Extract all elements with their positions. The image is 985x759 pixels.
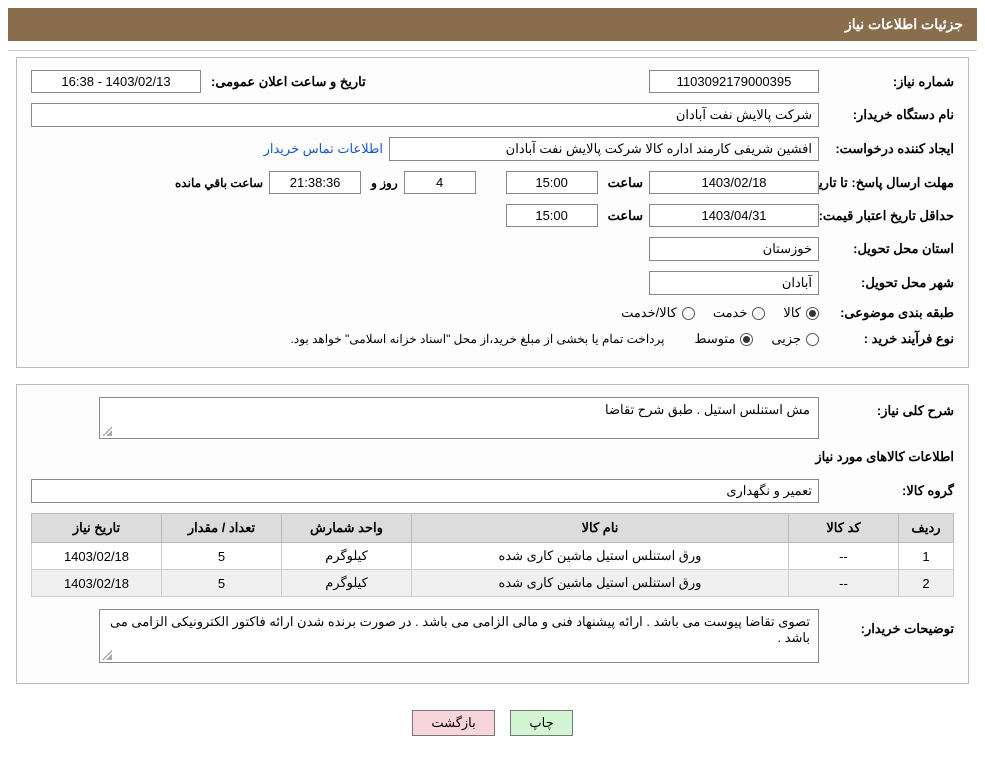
page-title: جزئیات اطلاعات نیاز — [845, 16, 963, 32]
col-code: کد کالا — [789, 514, 899, 543]
buyer-notes-label: توضیحات خریدار: — [829, 609, 954, 637]
requester-value: افشین شریفی کارمند اداره کالا شرکت پالای… — [389, 137, 819, 161]
need-info-panel: شماره نیاز: 1103092179000395 تاریخ و ساع… — [16, 57, 969, 368]
category-class-label: طبقه بندی موضوعی: — [829, 305, 954, 321]
need-details-panel: شرح کلی نیاز: مش استنلس استیل . طبق شرح … — [16, 384, 969, 684]
category-radio-group: کالا خدمت کالا/خدمت — [621, 305, 819, 321]
col-qty: تعداد / مقدار — [162, 514, 282, 543]
page-title-bar: جزئیات اطلاعات نیاز — [8, 8, 977, 41]
deadline-date: 1403/02/18 — [649, 171, 819, 194]
announce-label: تاریخ و ساعت اعلان عمومی: — [211, 74, 366, 90]
buyer-org-label: نام دستگاه خریدار: — [829, 107, 954, 123]
radio-service[interactable]: خدمت — [713, 305, 766, 321]
province-label: استان محل تحویل: — [829, 241, 954, 257]
price-valid-time: 15:00 — [506, 204, 598, 227]
buyer-contact-link[interactable]: اطلاعات تماس خریدار — [264, 141, 383, 157]
radio-goods[interactable]: کالا — [783, 305, 819, 321]
announce-value: 1403/02/13 - 16:38 — [31, 70, 201, 93]
col-date: تاریخ نیاز — [32, 514, 162, 543]
buyer-org-value: شرکت پالایش نفت آبادان — [31, 103, 819, 127]
col-name: نام کالا — [412, 514, 789, 543]
col-unit: واحد شمارش — [282, 514, 412, 543]
divider — [8, 45, 977, 51]
days-remaining: 4 — [404, 171, 476, 194]
resize-handle-icon[interactable] — [102, 426, 112, 436]
summary-text: مش استنلس استیل . طبق شرح تقاضا — [99, 397, 819, 439]
radio-small[interactable]: جزیی — [771, 331, 819, 347]
province-value: خوزستان — [649, 237, 819, 261]
table-row: 1 -- ورق استنلس استیل ماشین کاری شده کیل… — [32, 543, 954, 570]
radio-both[interactable]: کالا/خدمت — [621, 305, 695, 321]
group-value: تعمیر و نگهداری — [31, 479, 819, 503]
summary-label: شرح کلی نیاز: — [829, 397, 954, 419]
city-label: شهر محل تحویل: — [829, 275, 954, 291]
items-table: ردیف کد کالا نام کالا واحد شمارش تعداد /… — [31, 513, 954, 597]
need-no-value: 1103092179000395 — [649, 70, 819, 93]
remaining-label: ساعت باقي مانده — [175, 176, 263, 190]
buyer-notes-text: تصوی تقاضا پیوست می باشد . ارائه پیشنهاد… — [99, 609, 819, 663]
col-row: ردیف — [899, 514, 954, 543]
time-label-2: ساعت — [608, 208, 643, 224]
requester-label: ایجاد کننده درخواست: — [829, 141, 954, 157]
city-value: آبادان — [649, 271, 819, 295]
resize-handle-icon[interactable] — [102, 650, 112, 660]
purchase-type-radio-group: جزیی متوسط — [694, 331, 819, 347]
deadline-label: مهلت ارسال پاسخ: تا تاریخ: — [829, 175, 954, 191]
radio-medium[interactable]: متوسط — [694, 331, 753, 347]
back-button[interactable]: بازگشت — [412, 710, 494, 736]
price-valid-date: 1403/04/31 — [649, 204, 819, 227]
group-label: گروه کالا: — [829, 483, 954, 499]
footer-actions: چاپ بازگشت — [8, 700, 977, 750]
countdown: 21:38:36 — [269, 171, 361, 194]
payment-note: پرداخت تمام یا بخشی از مبلغ خرید،از محل … — [291, 332, 665, 346]
days-label: روز و — [371, 176, 398, 190]
price-valid-label: حداقل تاریخ اعتبار قیمت: تا تاریخ: — [829, 208, 954, 224]
table-row: 2 -- ورق استنلس استیل ماشین کاری شده کیل… — [32, 570, 954, 597]
deadline-time: 15:00 — [506, 171, 598, 194]
purchase-type-label: نوع فرآیند خرید : — [829, 331, 954, 347]
time-label-1: ساعت — [608, 175, 643, 191]
need-no-label: شماره نیاز: — [829, 74, 954, 90]
print-button[interactable]: چاپ — [510, 710, 572, 736]
items-section-title: اطلاعات کالاهای مورد نیاز — [31, 449, 954, 465]
